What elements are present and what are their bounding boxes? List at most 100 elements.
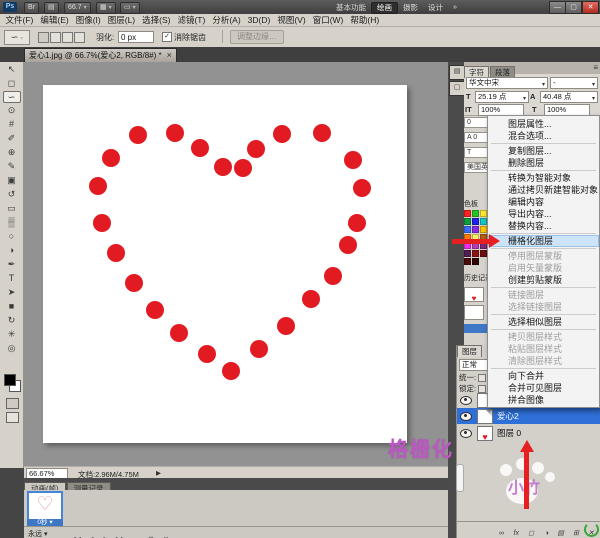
feather-input[interactable]	[118, 31, 154, 43]
tool-preset-picker[interactable]: ∽▾	[4, 30, 30, 45]
subtract-selection-icon[interactable]	[62, 32, 73, 43]
tab-close-icon[interactable]: ×	[167, 49, 172, 62]
context-menu-item[interactable]: 清除图层样式	[488, 355, 599, 367]
color-swatch[interactable]	[472, 226, 479, 233]
color-swatch[interactable]	[464, 218, 471, 225]
color-swatch[interactable]	[464, 226, 471, 233]
layer-style-icon[interactable]: fx	[508, 527, 519, 538]
leading-field[interactable]: 40.48 点▾	[540, 91, 598, 103]
context-menu-item[interactable]: 导出内容...	[488, 208, 599, 220]
panel-menu-icon[interactable]: ≡	[593, 63, 598, 72]
rotate-3d-tool[interactable]: ↻	[3, 314, 21, 327]
context-menu-item[interactable]: 停用图层蒙版	[488, 250, 599, 262]
screen-mode-icon[interactable]: ▭▾	[120, 2, 140, 14]
collapsed-panel-icon-2[interactable]: ▢	[449, 81, 465, 96]
antialias-checkbox[interactable]: ✓	[162, 32, 172, 42]
layers-panel-tab[interactable]: 图层	[457, 345, 482, 357]
menubar-item[interactable]: 3D(D)	[244, 14, 274, 27]
context-menu-item[interactable]: 创建剪贴蒙版	[488, 274, 599, 286]
history-state-thumbnail[interactable]: ♥	[464, 287, 484, 302]
new-layer-icon[interactable]: ⊞	[568, 527, 579, 538]
context-menu-item[interactable]: 链接图层	[488, 289, 599, 301]
context-menu-item[interactable]: 选择相似图层	[488, 316, 599, 328]
context-menu-item[interactable]: 混合选项...	[488, 130, 599, 142]
scrollbar-thumb[interactable]	[456, 464, 464, 492]
context-menu-item[interactable]: 拷贝图层样式	[488, 331, 599, 343]
context-menu-item[interactable]: 粘贴图层样式	[488, 343, 599, 355]
restore-button[interactable]: ▢	[565, 1, 582, 14]
rectangular-marquee-tool[interactable]: ◻	[3, 77, 21, 90]
context-menu-item[interactable]: 拼合图像	[488, 394, 599, 406]
color-swatch[interactable]	[464, 258, 471, 265]
visibility-eye-icon[interactable]	[460, 429, 472, 438]
context-menu-item[interactable]: 删除图层	[488, 157, 599, 169]
dodge-tool[interactable]: ◑	[3, 244, 21, 257]
history-brush-tool[interactable]: ↺	[3, 188, 21, 201]
gradient-tool[interactable]: ▒	[3, 216, 21, 229]
eyedropper-tool[interactable]: ✐	[3, 132, 21, 145]
menubar-item[interactable]: 图层(L)	[104, 14, 138, 27]
quick-mask-button[interactable]	[6, 398, 19, 409]
smart-object-thumbnail[interactable]	[477, 409, 493, 424]
visibility-eye-icon[interactable]	[460, 412, 472, 421]
crop-tool[interactable]: #	[3, 118, 21, 131]
screen-mode-button[interactable]	[6, 412, 19, 423]
context-menu-item[interactable]: 合并可见图层	[488, 382, 599, 394]
refine-edge-button[interactable]: 调整边缘…	[230, 30, 284, 44]
context-menu-item[interactable]: 向下合并	[488, 370, 599, 382]
foreground-color-swatch[interactable]	[4, 374, 16, 386]
brush-tool[interactable]: ✎	[3, 160, 21, 173]
frame-thumbnail[interactable]: ♡	[27, 491, 63, 521]
minimize-button[interactable]: —	[549, 1, 566, 14]
link-layers-icon[interactable]: ∞	[493, 527, 504, 538]
color-swatch[interactable]	[480, 250, 487, 257]
image-canvas[interactable]	[43, 85, 407, 443]
menubar-item[interactable]: 选择(S)	[139, 14, 174, 27]
context-menu-item[interactable]: 启用矢量蒙版	[488, 262, 599, 274]
font-size-field[interactable]: 25.19 点▾	[475, 91, 529, 103]
arrange-documents-icon[interactable]: ▦▾	[96, 2, 116, 14]
pen-tool[interactable]: ✒	[3, 258, 21, 271]
shape-tool[interactable]: ■	[3, 300, 21, 313]
workspace-overflow-button[interactable]: »	[448, 2, 462, 12]
visibility-eye-icon[interactable]	[460, 396, 472, 405]
context-menu-item[interactable]: 选择链接图层	[488, 301, 599, 313]
zoom-level-control[interactable]: 66.7▾	[64, 2, 91, 14]
context-menu-item[interactable]: 图层属性...	[488, 118, 599, 130]
new-selection-icon[interactable]	[38, 32, 49, 43]
context-menu-item[interactable]: 转换为智能对象	[488, 172, 599, 184]
close-button[interactable]: ✕	[582, 1, 599, 14]
color-swatch[interactable]	[480, 226, 487, 233]
hand-tool[interactable]: ✳	[3, 328, 21, 341]
color-swatch[interactable]	[472, 258, 479, 265]
menubar-item[interactable]: 帮助(H)	[347, 14, 383, 27]
quick-selection-tool[interactable]: ⊙	[3, 104, 21, 117]
bridge-icon[interactable]: Br	[24, 2, 39, 14]
eraser-tool[interactable]: ▭	[3, 202, 21, 215]
clone-stamp-tool[interactable]: ▣	[3, 174, 21, 187]
context-menu-item[interactable]: 替换内容...	[488, 220, 599, 232]
menubar-item[interactable]: 分析(A)	[209, 14, 244, 27]
workspace-button[interactable]: 设计	[423, 3, 448, 13]
context-menu-item[interactable]: 复制图层...	[488, 145, 599, 157]
context-menu-item[interactable]: 栅格化图层	[488, 235, 599, 247]
menubar-item[interactable]: 窗口(W)	[309, 14, 347, 27]
status-options-icon[interactable]: ▶	[156, 469, 161, 477]
layer-row-selected[interactable]: 爱心2	[457, 408, 600, 424]
zoom-tool[interactable]: ◎	[3, 342, 21, 355]
lasso-tool[interactable]: ∽	[3, 91, 21, 103]
layer-thumbnail[interactable]: ♥	[477, 426, 493, 441]
color-swatch[interactable]	[472, 250, 479, 257]
font-style-select[interactable]: -▾	[550, 77, 598, 89]
menubar-item[interactable]: 视图(V)	[274, 14, 309, 27]
color-swatch[interactable]	[464, 210, 471, 217]
document-tab[interactable]: 爱心1.jpg @ 66.7%(爱心2, RGB/8#) *×	[24, 48, 177, 62]
move-tool[interactable]: ↖	[3, 63, 21, 76]
view-extras-icon[interactable]: ▤	[44, 2, 59, 14]
menubar-item[interactable]: 编辑(E)	[37, 14, 72, 27]
history-state-thumbnail-2[interactable]	[464, 305, 484, 320]
loop-mode-selector[interactable]: 永远 ▾	[28, 529, 47, 538]
type-tool[interactable]: T	[3, 272, 21, 285]
workspace-button[interactable]: 绘画	[371, 2, 398, 14]
menubar-item[interactable]: 图像(I)	[72, 14, 104, 27]
